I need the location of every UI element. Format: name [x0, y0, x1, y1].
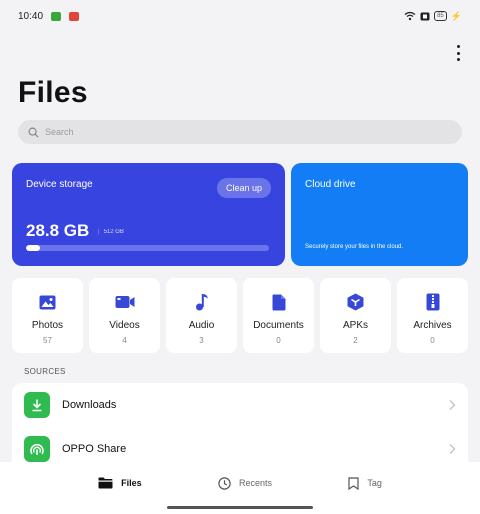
status-time: 10:40	[18, 10, 44, 22]
bookmark-icon	[348, 476, 359, 490]
android-notification-icon	[51, 11, 62, 21]
category-count: 0	[430, 336, 435, 345]
chevron-right-icon	[449, 400, 456, 410]
nfc-icon	[420, 12, 430, 20]
source-label: OPPO Share	[62, 443, 127, 455]
source-downloads[interactable]: Downloads	[12, 383, 468, 427]
category-label: Documents	[253, 320, 304, 331]
nav-label: Files	[121, 478, 142, 488]
category-label: Videos	[109, 320, 140, 331]
nav-label: Recents	[238, 478, 273, 488]
category-label: Archives	[413, 320, 452, 331]
package-icon	[346, 292, 366, 312]
home-indicator[interactable]	[167, 506, 313, 509]
category-apks[interactable]: APKs 2	[320, 278, 391, 353]
share-icon	[24, 436, 50, 462]
photo-icon	[38, 292, 58, 312]
download-icon	[24, 392, 50, 418]
category-label: Photos	[31, 320, 64, 331]
device-storage-card[interactable]: Device storage Clean up 28.8 GB 512 GB	[12, 163, 285, 266]
category-videos[interactable]: Videos 4	[89, 278, 160, 353]
category-documents[interactable]: Documents 0	[243, 278, 314, 353]
category-label: Audio	[188, 320, 215, 331]
music-note-icon	[192, 292, 212, 312]
nav-tab-recents[interactable]: Recents	[218, 476, 273, 490]
cloud-drive-title: Cloud drive	[305, 179, 356, 190]
search-input[interactable]	[45, 127, 425, 137]
nav-tab-files[interactable]: Files	[98, 477, 142, 489]
page-title: Files	[18, 76, 88, 109]
folder-icon	[98, 477, 113, 489]
storage-used: 28.8 GB	[26, 221, 90, 240]
more-options-icon[interactable]	[454, 45, 462, 61]
storage-total: 512 GB	[98, 229, 124, 235]
category-audio[interactable]: Audio 3	[166, 278, 237, 353]
document-icon	[269, 292, 289, 312]
charging-icon: ⚡	[450, 10, 462, 21]
category-label: APKs	[342, 320, 368, 331]
sources-heading: SOURCES	[24, 367, 66, 376]
category-count: 57	[43, 336, 52, 345]
status-bar: 10:40 85 ⚡	[0, 0, 480, 32]
category-grid: Photos 57 Videos 4 Audio 3 Documents 0 A…	[12, 278, 468, 353]
video-icon	[115, 292, 135, 312]
category-count: 3	[199, 336, 204, 345]
category-archives[interactable]: Archives 0	[397, 278, 468, 353]
app-notification-icon	[69, 11, 80, 21]
wifi-icon	[404, 11, 416, 21]
chevron-right-icon	[449, 444, 456, 454]
cloud-drive-card[interactable]: Cloud drive Securely store your files in…	[291, 163, 468, 266]
nav-tab-tag[interactable]: Tag	[348, 476, 382, 490]
cloud-drive-description: Securely store your files in the cloud.	[305, 244, 404, 250]
category-count: 0	[276, 336, 281, 345]
category-count: 2	[353, 336, 358, 345]
storage-progress-fill	[26, 245, 40, 251]
clean-up-button[interactable]: Clean up	[216, 178, 271, 198]
archive-icon	[423, 292, 443, 312]
source-label: Downloads	[62, 399, 117, 411]
search-icon	[28, 127, 39, 138]
nav-label: Tag	[367, 478, 382, 488]
battery-icon: 85	[434, 11, 447, 21]
category-photos[interactable]: Photos 57	[12, 278, 83, 353]
category-count: 4	[122, 336, 127, 345]
storage-progress-bar	[26, 245, 269, 251]
search-bar[interactable]	[18, 120, 462, 144]
clock-icon	[218, 476, 231, 490]
